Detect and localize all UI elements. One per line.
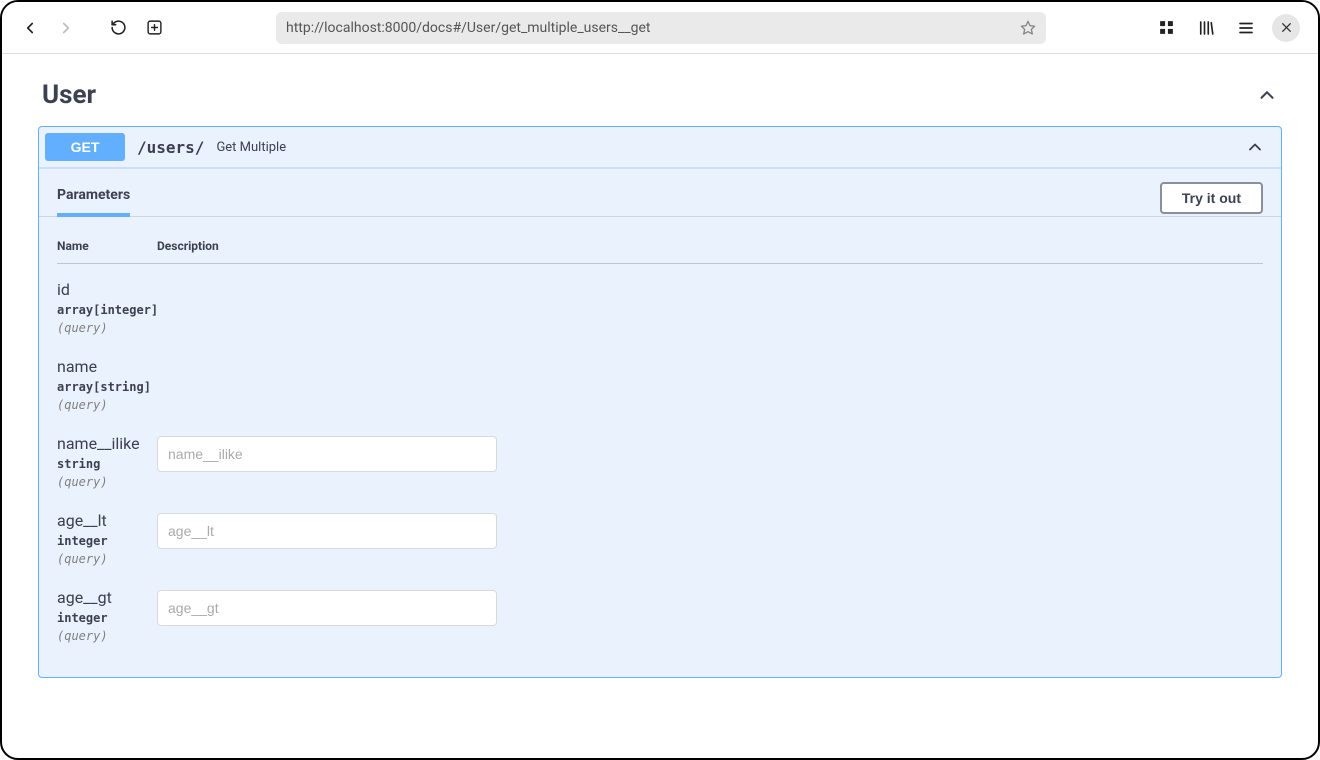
parameter-input-age-lt[interactable] (157, 513, 497, 549)
parameter-row: age__gt integer (query) (57, 572, 1263, 649)
parameter-in: (query) (57, 552, 157, 566)
parameter-in: (query) (57, 629, 157, 643)
chevron-up-icon (1256, 84, 1278, 106)
chevron-left-icon (21, 19, 39, 37)
parameter-name: name (57, 357, 157, 376)
operation-collapse-icon[interactable] (1245, 137, 1265, 157)
browser-window: http://localhost:8000/docs#/User/get_mul… (0, 0, 1320, 760)
bookmark-star-icon[interactable] (1020, 20, 1036, 36)
url-bar[interactable]: http://localhost:8000/docs#/User/get_mul… (276, 12, 1046, 44)
column-header-description: Description (157, 239, 1263, 253)
tag-header[interactable]: User (38, 72, 1282, 126)
operation-description: Get Multiple (216, 140, 286, 155)
try-it-out-button[interactable]: Try it out (1160, 182, 1263, 214)
toolbar-right (1152, 14, 1304, 42)
parameter-type: integer (57, 611, 157, 625)
parameter-name: age__lt (57, 511, 157, 530)
parameters-table-header: Name Description (57, 231, 1263, 264)
parameters-bar: Parameters Try it out (39, 169, 1281, 217)
library-icon (1197, 19, 1215, 37)
close-icon (1280, 21, 1293, 34)
parameter-in: (query) (57, 321, 157, 335)
operation-body: Parameters Try it out Name Description i… (39, 168, 1281, 677)
parameter-row: id array[integer] (query) (57, 264, 1263, 341)
back-button[interactable] (16, 14, 44, 42)
parameter-type: string (57, 457, 157, 471)
tag-collapse-icon[interactable] (1256, 84, 1278, 106)
library-button[interactable] (1192, 14, 1220, 42)
forward-button (52, 14, 80, 42)
grid-icon (1158, 19, 1175, 36)
reload-button[interactable] (104, 14, 132, 42)
tag-title: User (42, 80, 96, 110)
parameters-tab[interactable]: Parameters (57, 179, 130, 217)
parameter-row: name array[string] (query) (57, 341, 1263, 418)
hamburger-icon (1237, 19, 1255, 37)
chevron-up-icon (1245, 137, 1265, 157)
parameter-row: name__ilike string (query) (57, 418, 1263, 495)
parameters-table: Name Description id array[integer] (quer… (39, 217, 1281, 677)
url-text: http://localhost:8000/docs#/User/get_mul… (286, 20, 1020, 36)
parameter-row: age__lt integer (query) (57, 495, 1263, 572)
operation-path: /users/ (137, 138, 204, 157)
parameter-in: (query) (57, 398, 157, 412)
parameter-type: array[string] (57, 380, 157, 394)
apps-grid-button[interactable] (1152, 14, 1180, 42)
reload-icon (110, 19, 127, 36)
parameter-name: name__ilike (57, 434, 157, 453)
new-tab-button[interactable] (140, 14, 168, 42)
parameter-type: array[integer] (57, 303, 157, 317)
parameter-input-name-ilike[interactable] (157, 436, 497, 472)
page-content: User GET /users/ Get Multiple Parameters… (2, 54, 1318, 758)
parameter-input-age-gt[interactable] (157, 590, 497, 626)
parameter-in: (query) (57, 475, 157, 489)
menu-button[interactable] (1232, 14, 1260, 42)
parameter-name: id (57, 280, 157, 299)
operation-summary[interactable]: GET /users/ Get Multiple (39, 127, 1281, 168)
parameter-type: integer (57, 534, 157, 548)
operation-block: GET /users/ Get Multiple Parameters Try … (38, 126, 1282, 678)
browser-toolbar: http://localhost:8000/docs#/User/get_mul… (2, 2, 1318, 54)
plus-box-icon (146, 19, 163, 36)
column-header-name: Name (57, 239, 157, 253)
parameter-name: age__gt (57, 588, 157, 607)
http-method-badge: GET (45, 133, 125, 161)
chevron-right-icon (57, 19, 75, 37)
window-close-button[interactable] (1272, 14, 1300, 42)
